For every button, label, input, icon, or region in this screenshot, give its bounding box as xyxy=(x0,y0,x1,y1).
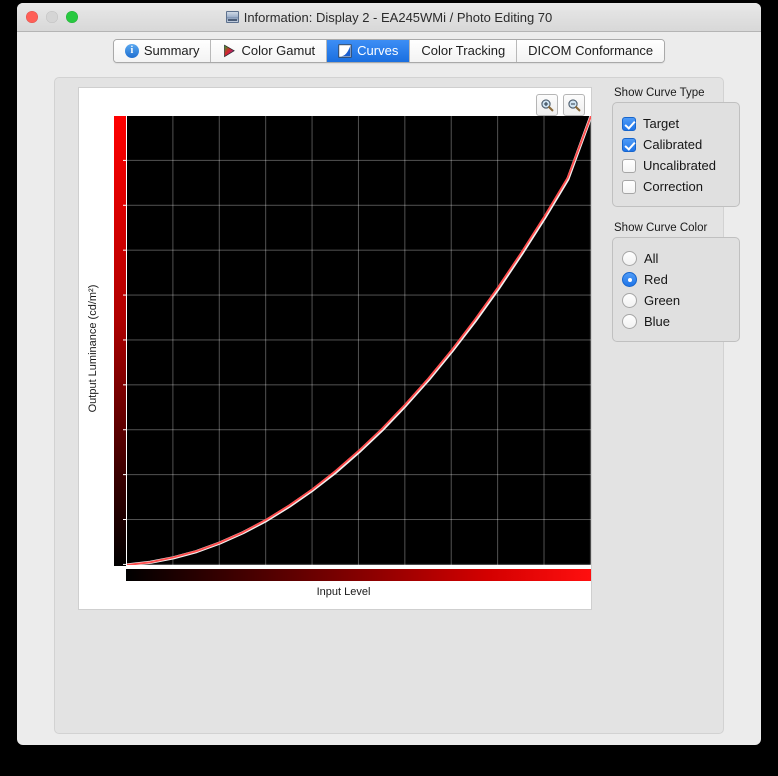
show-curve-type-box: Target Calibrated Uncalibrated Correctio… xyxy=(612,102,740,207)
magnifier-minus-icon xyxy=(567,98,581,112)
radio-blue-label: Blue xyxy=(644,314,670,329)
chart-zoom-controls xyxy=(536,94,585,116)
checkbox-uncalibrated-label: Uncalibrated xyxy=(643,158,716,173)
curve-options-panel: Show Curve Type Target Calibrated Uncali… xyxy=(612,87,740,357)
checkbox-correction-label: Correction xyxy=(643,179,703,194)
window-title: Information: Display 2 - EA245WMi / Phot… xyxy=(244,10,553,25)
zoom-out-button[interactable] xyxy=(563,94,585,116)
show-curve-color-box: All Red Green Blue xyxy=(612,237,740,342)
y-axis-label: Output Luminance (cd/m²) xyxy=(84,116,102,581)
window-title-wrap: Information: Display 2 - EA245WMi / Phot… xyxy=(226,10,553,25)
checkbox-uncalibrated[interactable] xyxy=(622,159,636,173)
checkbox-calibrated-label: Calibrated xyxy=(643,137,702,152)
x-axis-label: Input Level xyxy=(96,586,591,598)
checkbox-row-target[interactable]: Target xyxy=(622,113,730,134)
display-info-icon xyxy=(226,11,239,23)
checkbox-target[interactable] xyxy=(622,117,636,131)
tab-group: Summary Color Gam xyxy=(113,39,665,63)
tab-dicom-conformance-label: DICOM Conformance xyxy=(528,43,653,58)
info-icon xyxy=(125,44,139,58)
magnifier-plus-icon xyxy=(540,98,554,112)
curves-icon xyxy=(338,44,352,58)
radio-row-blue[interactable]: Blue xyxy=(622,311,730,332)
tab-curves-label: Curves xyxy=(357,43,398,58)
tab-color-tracking[interactable]: Color Tracking xyxy=(410,40,517,62)
radio-all[interactable] xyxy=(622,251,637,266)
curve-calibrated xyxy=(127,116,591,565)
radio-row-green[interactable]: Green xyxy=(622,290,730,311)
tab-curves[interactable]: Curves xyxy=(327,40,410,62)
radio-row-red[interactable]: Red xyxy=(622,269,730,290)
tab-summary-label: Summary xyxy=(144,43,200,58)
radio-row-all[interactable]: All xyxy=(622,248,730,269)
tab-color-gamut-label: Color Gamut xyxy=(241,43,315,58)
radio-all-label: All xyxy=(644,251,658,266)
tab-content-panel: Output Luminance (cd/m²) Input Level Sho… xyxy=(54,77,724,734)
curve-plot xyxy=(127,116,591,565)
radio-green-label: Green xyxy=(644,293,680,308)
minimize-button[interactable] xyxy=(46,11,58,23)
checkbox-target-label: Target xyxy=(643,116,679,131)
x-axis-gradient-bar xyxy=(126,569,591,581)
tab-color-tracking-label: Color Tracking xyxy=(421,43,505,58)
curves-chart-panel: Output Luminance (cd/m²) Input Level xyxy=(78,87,592,610)
radio-red[interactable] xyxy=(622,272,637,287)
show-curve-type-group: Show Curve Type Target Calibrated Uncali… xyxy=(612,87,740,207)
checkbox-row-correction[interactable]: Correction xyxy=(622,176,730,197)
tab-dicom-conformance[interactable]: DICOM Conformance xyxy=(517,40,664,62)
curve-target xyxy=(127,116,591,565)
tab-color-gamut[interactable]: Color Gamut xyxy=(211,40,327,62)
window-titlebar: Information: Display 2 - EA245WMi / Phot… xyxy=(17,3,761,32)
radio-red-label: Red xyxy=(644,272,668,287)
checkbox-row-uncalibrated[interactable]: Uncalibrated xyxy=(622,155,730,176)
close-button[interactable] xyxy=(26,11,38,23)
radio-blue[interactable] xyxy=(622,314,637,329)
checkbox-row-calibrated[interactable]: Calibrated xyxy=(622,134,730,155)
tab-bar: Summary Color Gam xyxy=(17,32,761,69)
zoom-button[interactable] xyxy=(66,11,78,23)
zoom-in-button[interactable] xyxy=(536,94,558,116)
plot-area: Output Luminance (cd/m²) Input Level xyxy=(96,116,591,581)
plot-grid xyxy=(126,116,591,566)
checkbox-correction[interactable] xyxy=(622,180,636,194)
show-curve-color-group: Show Curve Color All Red Green xyxy=(612,222,740,342)
checkbox-calibrated[interactable] xyxy=(622,138,636,152)
gamut-icon xyxy=(222,44,236,58)
show-curve-type-title: Show Curve Type xyxy=(612,87,740,99)
tab-summary[interactable]: Summary xyxy=(114,40,212,62)
window-controls xyxy=(26,11,78,23)
show-curve-color-title: Show Curve Color xyxy=(612,222,740,234)
information-window: Information: Display 2 - EA245WMi / Phot… xyxy=(17,3,761,745)
radio-green[interactable] xyxy=(622,293,637,308)
